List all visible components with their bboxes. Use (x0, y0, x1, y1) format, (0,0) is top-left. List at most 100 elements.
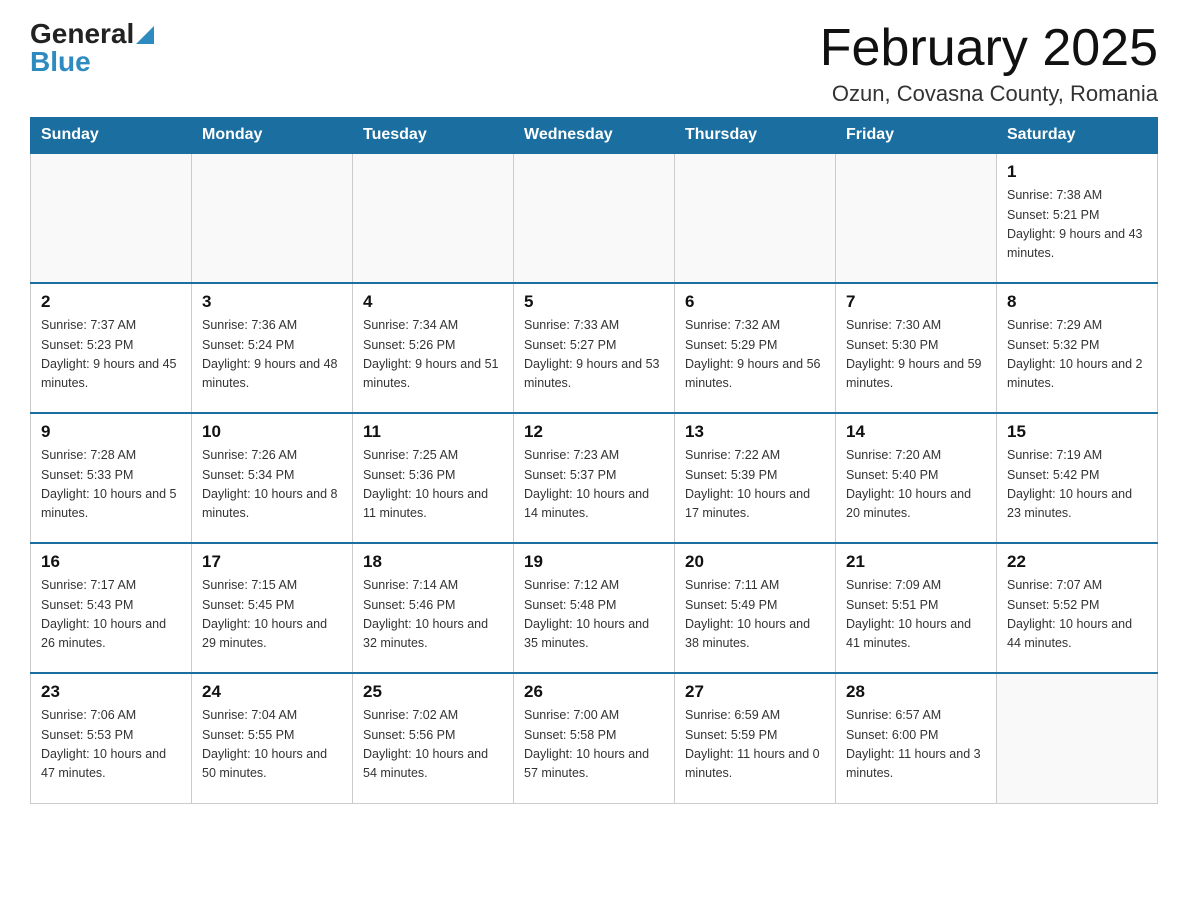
calendar-cell: 5 Sunrise: 7:33 AMSunset: 5:27 PMDaylight… (514, 283, 675, 413)
month-title: February 2025 (820, 20, 1158, 77)
calendar-week-5: 23 Sunrise: 7:06 AMSunset: 5:53 PMDayligh… (31, 673, 1158, 803)
calendar-cell: 7 Sunrise: 7:30 AMSunset: 5:30 PMDaylight… (836, 283, 997, 413)
day-number: 20 (685, 552, 825, 572)
calendar-cell: 11Sunrise: 7:25 AMSunset: 5:36 PMDayligh… (353, 413, 514, 543)
calendar-cell: 23 Sunrise: 7:06 AMSunset: 5:53 PMDayligh… (31, 673, 192, 803)
weekday-header-tuesday: Tuesday (353, 118, 514, 154)
calendar-cell: 3Sunrise: 7:36 AMSunset: 5:24 PMDaylight… (192, 283, 353, 413)
calendar-cell (675, 153, 836, 283)
calendar-cell: 20 Sunrise: 7:11 AMSunset: 5:49 PMDayligh… (675, 543, 836, 673)
day-number: 17 (202, 552, 342, 572)
day-info: Sunrise: 7:38 AMSunset: 5:21 PMDaylight:… (1007, 186, 1147, 264)
day-number: 9 (41, 422, 181, 442)
calendar-week-1: 1 Sunrise: 7:38 AMSunset: 5:21 PMDaylight… (31, 153, 1158, 283)
calendar-table: SundayMondayTuesdayWednesdayThursdayFrid… (30, 117, 1158, 804)
day-number: 10 (202, 422, 342, 442)
day-number: 8 (1007, 292, 1147, 312)
calendar-cell: 2 Sunrise: 7:37 AMSunset: 5:23 PMDaylight… (31, 283, 192, 413)
day-info: Sunrise: 7:11 AMSunset: 5:49 PMDaylight:… (685, 576, 825, 654)
logo: General Blue (30, 20, 154, 76)
calendar-cell (31, 153, 192, 283)
day-number: 1 (1007, 162, 1147, 182)
calendar-cell: 16 Sunrise: 7:17 AMSunset: 5:43 PMDayligh… (31, 543, 192, 673)
calendar-cell: 21 Sunrise: 7:09 AMSunset: 5:51 PMDayligh… (836, 543, 997, 673)
calendar-cell: 22 Sunrise: 7:07 AMSunset: 5:52 PMDayligh… (997, 543, 1158, 673)
calendar-cell: 1 Sunrise: 7:38 AMSunset: 5:21 PMDaylight… (997, 153, 1158, 283)
day-info: Sunrise: 7:23 AMSunset: 5:37 PMDaylight:… (524, 446, 664, 524)
day-info: Sunrise: 7:07 AMSunset: 5:52 PMDaylight:… (1007, 576, 1147, 654)
day-info: Sunrise: 7:26 AMSunset: 5:34 PMDaylight:… (202, 446, 342, 524)
calendar-cell: 9 Sunrise: 7:28 AMSunset: 5:33 PMDaylight… (31, 413, 192, 543)
calendar-week-4: 16 Sunrise: 7:17 AMSunset: 5:43 PMDayligh… (31, 543, 1158, 673)
day-info: Sunrise: 6:57 AMSunset: 6:00 PMDaylight:… (846, 706, 986, 784)
day-info: Sunrise: 7:09 AMSunset: 5:51 PMDaylight:… (846, 576, 986, 654)
day-number: 27 (685, 682, 825, 702)
day-number: 22 (1007, 552, 1147, 572)
day-info: Sunrise: 7:20 AMSunset: 5:40 PMDaylight:… (846, 446, 986, 524)
calendar-cell: 26Sunrise: 7:00 AMSunset: 5:58 PMDayligh… (514, 673, 675, 803)
calendar-cell (997, 673, 1158, 803)
calendar-cell: 19 Sunrise: 7:12 AMSunset: 5:48 PMDayligh… (514, 543, 675, 673)
day-number: 12 (524, 422, 664, 442)
day-number: 19 (524, 552, 664, 572)
day-info: Sunrise: 7:19 AMSunset: 5:42 PMDaylight:… (1007, 446, 1147, 524)
weekday-header-monday: Monday (192, 118, 353, 154)
calendar-cell (353, 153, 514, 283)
calendar-cell: 27 Sunrise: 6:59 AMSunset: 5:59 PMDayligh… (675, 673, 836, 803)
day-info: Sunrise: 7:22 AMSunset: 5:39 PMDaylight:… (685, 446, 825, 524)
day-number: 7 (846, 292, 986, 312)
day-info: Sunrise: 7:25 AMSunset: 5:36 PMDaylight:… (363, 446, 503, 524)
day-info: Sunrise: 7:17 AMSunset: 5:43 PMDaylight:… (41, 576, 181, 654)
calendar-body: 1 Sunrise: 7:38 AMSunset: 5:21 PMDaylight… (31, 153, 1158, 803)
day-info: Sunrise: 6:59 AMSunset: 5:59 PMDaylight:… (685, 706, 825, 784)
day-info: Sunrise: 7:30 AMSunset: 5:30 PMDaylight:… (846, 316, 986, 394)
day-number: 6 (685, 292, 825, 312)
calendar-cell: 25 Sunrise: 7:02 AMSunset: 5:56 PMDayligh… (353, 673, 514, 803)
day-info: Sunrise: 7:29 AMSunset: 5:32 PMDaylight:… (1007, 316, 1147, 394)
calendar-header: SundayMondayTuesdayWednesdayThursdayFrid… (31, 118, 1158, 154)
day-info: Sunrise: 7:15 AMSunset: 5:45 PMDaylight:… (202, 576, 342, 654)
logo-general-text: General (30, 20, 134, 48)
day-info: Sunrise: 7:28 AMSunset: 5:33 PMDaylight:… (41, 446, 181, 524)
day-number: 2 (41, 292, 181, 312)
day-number: 5 (524, 292, 664, 312)
day-info: Sunrise: 7:02 AMSunset: 5:56 PMDaylight:… (363, 706, 503, 784)
day-number: 3 (202, 292, 342, 312)
day-info: Sunrise: 7:34 AMSunset: 5:26 PMDaylight:… (363, 316, 503, 394)
calendar-cell: 13 Sunrise: 7:22 AMSunset: 5:39 PMDayligh… (675, 413, 836, 543)
day-number: 13 (685, 422, 825, 442)
day-info: Sunrise: 7:14 AMSunset: 5:46 PMDaylight:… (363, 576, 503, 654)
day-number: 4 (363, 292, 503, 312)
day-info: Sunrise: 7:37 AMSunset: 5:23 PMDaylight:… (41, 316, 181, 394)
calendar-week-3: 9 Sunrise: 7:28 AMSunset: 5:33 PMDaylight… (31, 413, 1158, 543)
calendar-cell: 15Sunrise: 7:19 AMSunset: 5:42 PMDayligh… (997, 413, 1158, 543)
day-number: 23 (41, 682, 181, 702)
calendar-cell: 18Sunrise: 7:14 AMSunset: 5:46 PMDayligh… (353, 543, 514, 673)
title-block: February 2025 Ozun, Covasna County, Roma… (820, 20, 1158, 107)
calendar-cell (192, 153, 353, 283)
day-info: Sunrise: 7:04 AMSunset: 5:55 PMDaylight:… (202, 706, 342, 784)
day-number: 28 (846, 682, 986, 702)
weekday-header-sunday: Sunday (31, 118, 192, 154)
calendar-cell: 17 Sunrise: 7:15 AMSunset: 5:45 PMDayligh… (192, 543, 353, 673)
day-info: Sunrise: 7:12 AMSunset: 5:48 PMDaylight:… (524, 576, 664, 654)
calendar-cell: 12 Sunrise: 7:23 AMSunset: 5:37 PMDayligh… (514, 413, 675, 543)
day-info: Sunrise: 7:32 AMSunset: 5:29 PMDaylight:… (685, 316, 825, 394)
calendar-cell: 4 Sunrise: 7:34 AMSunset: 5:26 PMDaylight… (353, 283, 514, 413)
page-header: General Blue February 2025 Ozun, Covasna… (30, 20, 1158, 107)
calendar-cell: 24 Sunrise: 7:04 AMSunset: 5:55 PMDayligh… (192, 673, 353, 803)
calendar-week-2: 2 Sunrise: 7:37 AMSunset: 5:23 PMDaylight… (31, 283, 1158, 413)
day-number: 24 (202, 682, 342, 702)
calendar-cell: 14Sunrise: 7:20 AMSunset: 5:40 PMDayligh… (836, 413, 997, 543)
day-info: Sunrise: 7:06 AMSunset: 5:53 PMDaylight:… (41, 706, 181, 784)
weekday-header-wednesday: Wednesday (514, 118, 675, 154)
day-number: 25 (363, 682, 503, 702)
day-info: Sunrise: 7:33 AMSunset: 5:27 PMDaylight:… (524, 316, 664, 394)
calendar-cell: 28 Sunrise: 6:57 AMSunset: 6:00 PMDayligh… (836, 673, 997, 803)
day-number: 21 (846, 552, 986, 572)
weekday-header-saturday: Saturday (997, 118, 1158, 154)
day-number: 16 (41, 552, 181, 572)
weekday-header-row: SundayMondayTuesdayWednesdayThursdayFrid… (31, 118, 1158, 154)
calendar-cell (836, 153, 997, 283)
calendar-cell: 8 Sunrise: 7:29 AMSunset: 5:32 PMDaylight… (997, 283, 1158, 413)
